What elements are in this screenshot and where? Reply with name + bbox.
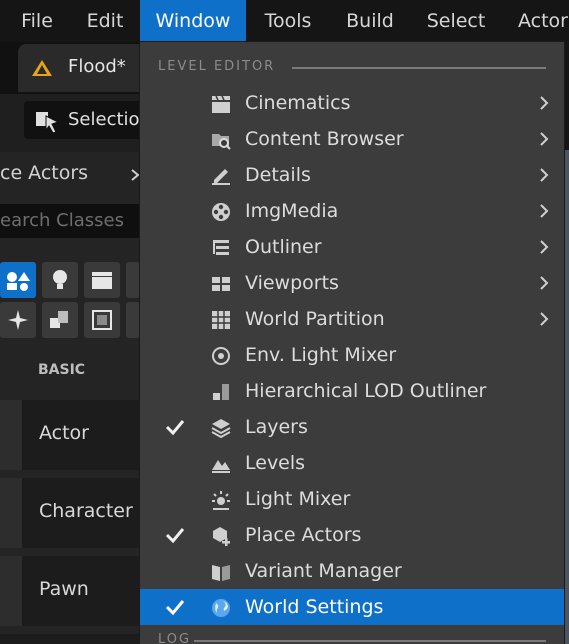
menu-item-label: Env. Light Mixer	[245, 344, 397, 366]
menu-tools[interactable]: Tools	[250, 0, 326, 42]
globe-icon	[212, 599, 230, 617]
pawn-thumbnail	[0, 556, 22, 626]
variant-book-icon	[212, 565, 230, 581]
category-all-button[interactable]	[126, 302, 140, 338]
section-divider	[194, 640, 546, 642]
submenu-arrow-icon	[540, 312, 549, 326]
class-search-placeholder: earch Classes	[0, 210, 124, 231]
levels-mountain-icon	[212, 460, 230, 473]
list-item-label: Character	[39, 500, 133, 522]
menu-item-imgmedia[interactable]: ImgMedia	[140, 193, 564, 229]
submenu-arrow-icon	[540, 204, 549, 218]
list-item[interactable]	[0, 634, 140, 644]
menu-item-light-mixer[interactable]: Light Mixer	[140, 481, 564, 517]
menu-item-hlod-outliner[interactable]: Hierarchical LOD Outliner	[140, 373, 564, 409]
section-divider	[292, 67, 546, 69]
checkmark-icon	[165, 528, 185, 544]
menu-bar: File Edit Window Tools Build Select Acto…	[0, 0, 569, 42]
menu-item-world-settings[interactable]: World Settings	[140, 589, 564, 625]
sparkle-icon	[8, 310, 28, 330]
list-item[interactable]: Actor	[0, 400, 140, 470]
menu-item-label: World Settings	[245, 596, 384, 618]
actor-thumbnail	[0, 400, 22, 470]
submenu-arrow-icon	[540, 276, 549, 290]
menu-item-details[interactable]: Details	[140, 157, 564, 193]
submenu-arrow-icon	[540, 240, 549, 254]
place-actors-title: ce Actors	[0, 162, 89, 184]
menu-item-outliner[interactable]: Outliner	[140, 229, 564, 265]
window-dropdown-menu: LEVEL EDITOR Cinematics Content Browser …	[140, 42, 564, 644]
submenu-arrow-icon	[540, 96, 549, 110]
light-mixer-ring-icon	[212, 347, 230, 365]
basic-shapes-icon	[7, 272, 30, 291]
section-level-editor: LEVEL EDITOR	[158, 59, 276, 74]
clapper-icon	[92, 272, 112, 289]
menu-item-viewports[interactable]: Viewports	[140, 265, 564, 301]
menu-edit[interactable]: Edit	[72, 0, 138, 42]
menu-item-label: Light Mixer	[245, 488, 351, 510]
list-item-label: Pawn	[39, 578, 89, 600]
cubes-icon	[50, 311, 68, 328]
menu-item-label: Content Browser	[245, 128, 404, 150]
list-item[interactable]: Pawn	[0, 556, 140, 626]
menu-item-label: Variant Manager	[245, 560, 402, 582]
world-partition-grid-icon	[212, 311, 230, 329]
folder-search-icon	[212, 134, 231, 150]
menu-item-label: ImgMedia	[245, 200, 339, 222]
menu-window[interactable]: Window	[140, 0, 246, 42]
menu-item-label: Details	[245, 164, 311, 186]
menu-item-label: Place Actors	[245, 524, 362, 546]
panel-chevron-icon	[131, 169, 140, 181]
film-reel-icon	[212, 203, 230, 221]
section-log: LOG	[158, 632, 192, 644]
menu-item-label: Viewports	[245, 272, 339, 294]
menu-item-label: Hierarchical LOD Outliner	[245, 380, 487, 402]
clapperboard-icon	[212, 95, 230, 113]
basic-section-label: BASIC	[38, 362, 86, 378]
menu-build[interactable]: Build	[334, 0, 406, 42]
list-item-label: Actor	[39, 422, 89, 444]
lod-cubes-icon	[213, 384, 229, 400]
selection-cursor-icon	[36, 112, 60, 134]
list-item[interactable]: Character	[0, 478, 140, 548]
menu-item-env-light-mixer[interactable]: Env. Light Mixer	[140, 337, 564, 373]
menu-item-world-partition[interactable]: World Partition	[140, 301, 564, 337]
checkmark-icon	[165, 600, 185, 616]
pencil-list-icon	[212, 169, 230, 185]
menu-item-label: Outliner	[245, 236, 322, 258]
menu-actor[interactable]: Actor	[508, 0, 569, 42]
menu-item-cinematics[interactable]: Cinematics	[140, 85, 564, 121]
menu-item-label: World Partition	[245, 308, 385, 330]
menu-file[interactable]: File	[6, 0, 68, 42]
menu-item-content-browser[interactable]: Content Browser	[140, 121, 564, 157]
submenu-arrow-icon	[540, 132, 549, 146]
menu-item-label: Cinematics	[245, 92, 351, 114]
menu-item-layers[interactable]: Layers	[140, 409, 564, 445]
menu-item-levels[interactable]: Levels	[140, 445, 564, 481]
level-warning-icon	[32, 60, 52, 76]
category-visual-button[interactable]	[126, 262, 140, 298]
checkmark-icon	[165, 420, 185, 436]
place-actors-cube-plus-icon	[213, 527, 230, 546]
layers-icon	[211, 419, 231, 439]
character-thumbnail	[0, 478, 22, 548]
outliner-list-icon	[213, 240, 229, 255]
menu-item-label: Levels	[245, 452, 306, 474]
lightbulb-icon	[53, 270, 67, 289]
selection-mode-label: Selection	[68, 109, 151, 130]
volume-box-icon	[92, 310, 112, 330]
viewport-grid-icon	[212, 277, 230, 291]
menu-select[interactable]: Select	[414, 0, 498, 42]
sun-light-icon	[212, 491, 230, 510]
menu-item-label: Layers	[245, 416, 308, 438]
menu-item-place-actors[interactable]: Place Actors	[140, 517, 564, 553]
level-tab-title: Flood*	[68, 56, 126, 77]
menu-item-variant-manager[interactable]: Variant Manager	[140, 553, 564, 589]
submenu-arrow-icon	[540, 168, 549, 182]
